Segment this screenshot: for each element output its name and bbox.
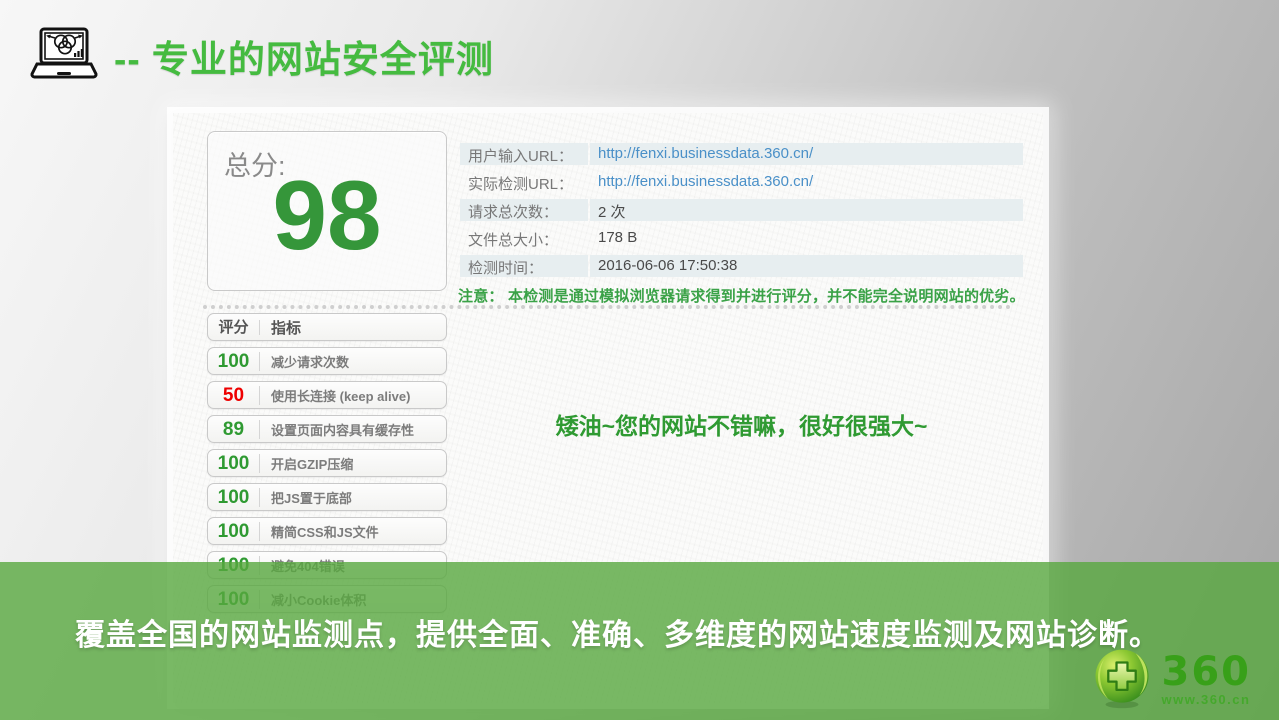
- metric-name: 减少请求次数: [260, 352, 446, 371]
- dotted-separator: [203, 305, 1011, 309]
- metrics-header-name: 指标: [260, 317, 446, 338]
- detail-value: 2016-06-06 17:50:38: [590, 255, 1023, 277]
- metrics-header-score: 评分: [208, 320, 260, 335]
- metric-row-keepalive: 50 使用长连接 (keep alive): [207, 381, 447, 409]
- total-score-value: 98: [208, 164, 446, 267]
- metric-score: 100: [208, 352, 260, 371]
- metric-score: 100: [208, 522, 260, 541]
- metric-name: 使用长连接 (keep alive): [260, 386, 446, 405]
- detail-row-request-count: 请求总次数： 2 次: [460, 199, 1023, 221]
- metric-name: 设置页面内容具有缓存性: [260, 420, 446, 439]
- logo-url-text: www.360.cn: [1162, 692, 1252, 707]
- logo-360: 360 www.360.cn: [1090, 646, 1252, 710]
- laptop-analytics-icon: [30, 26, 98, 86]
- notice-text: 注意： 本检测是通过模拟浏览器请求得到并进行评分，并不能完全说明网站的优劣。: [458, 285, 1028, 306]
- result-message: 矮油~您的网站不错嘛，很好很强大~: [460, 407, 1023, 441]
- page-title: -- 专业的网站安全评测: [114, 29, 494, 83]
- metric-score: 89: [208, 420, 260, 439]
- detail-label: 检测时间：: [460, 255, 588, 277]
- metric-score: 50: [208, 386, 260, 405]
- metric-row-minify: 100 精简CSS和JS文件: [207, 517, 447, 545]
- metric-row-cacheability: 89 设置页面内容具有缓存性: [207, 415, 447, 443]
- metrics-header-row: 评分 指标: [207, 313, 447, 341]
- detail-row-input-url: 用户输入URL： http://fenxi.businessdata.360.c…: [460, 143, 1023, 165]
- logo-text: 360 www.360.cn: [1162, 646, 1252, 707]
- metric-name: 精简CSS和JS文件: [260, 522, 446, 541]
- detail-label: 用户输入URL：: [460, 143, 588, 165]
- metric-row-gzip: 100 开启GZIP压缩: [207, 449, 447, 477]
- metric-row-requests: 100 减少请求次数: [207, 347, 447, 375]
- detail-table: 用户输入URL： http://fenxi.businessdata.360.c…: [460, 143, 1023, 283]
- input-url-link[interactable]: http://fenxi.businessdata.360.cn/: [590, 143, 1023, 165]
- detail-label: 实际检测URL：: [460, 171, 588, 193]
- detail-row-total-size: 文件总大小： 178 B: [460, 227, 1023, 249]
- metric-score: 100: [208, 488, 260, 507]
- metric-score: 100: [208, 454, 260, 473]
- metric-name: 开启GZIP压缩: [260, 454, 446, 473]
- detail-label: 请求总次数：: [460, 199, 588, 221]
- footer-bar: 覆盖全国的网站监测点，提供全面、准确、多维度的网站速度监测及网站诊断。: [0, 562, 1279, 720]
- detail-row-check-time: 检测时间： 2016-06-06 17:50:38: [460, 255, 1023, 277]
- actual-url-link[interactable]: http://fenxi.businessdata.360.cn/: [590, 171, 1023, 193]
- detail-value: 178 B: [590, 227, 1023, 249]
- logo-360-icon: [1090, 646, 1154, 710]
- total-score-box: 总分: 98: [207, 131, 447, 291]
- metric-row-js-bottom: 100 把JS置于底部: [207, 483, 447, 511]
- detail-row-actual-url: 实际检测URL： http://fenxi.businessdata.360.c…: [460, 171, 1023, 193]
- slide-header: -- 专业的网站安全评测: [30, 26, 494, 86]
- logo-brand-text: 360: [1162, 654, 1252, 690]
- detail-label: 文件总大小：: [460, 227, 588, 249]
- footer-caption: 覆盖全国的网站监测点，提供全面、准确、多维度的网站速度监测及网站诊断。: [75, 610, 1160, 654]
- metric-name: 把JS置于底部: [260, 488, 446, 507]
- detail-value: 2 次: [590, 199, 1023, 221]
